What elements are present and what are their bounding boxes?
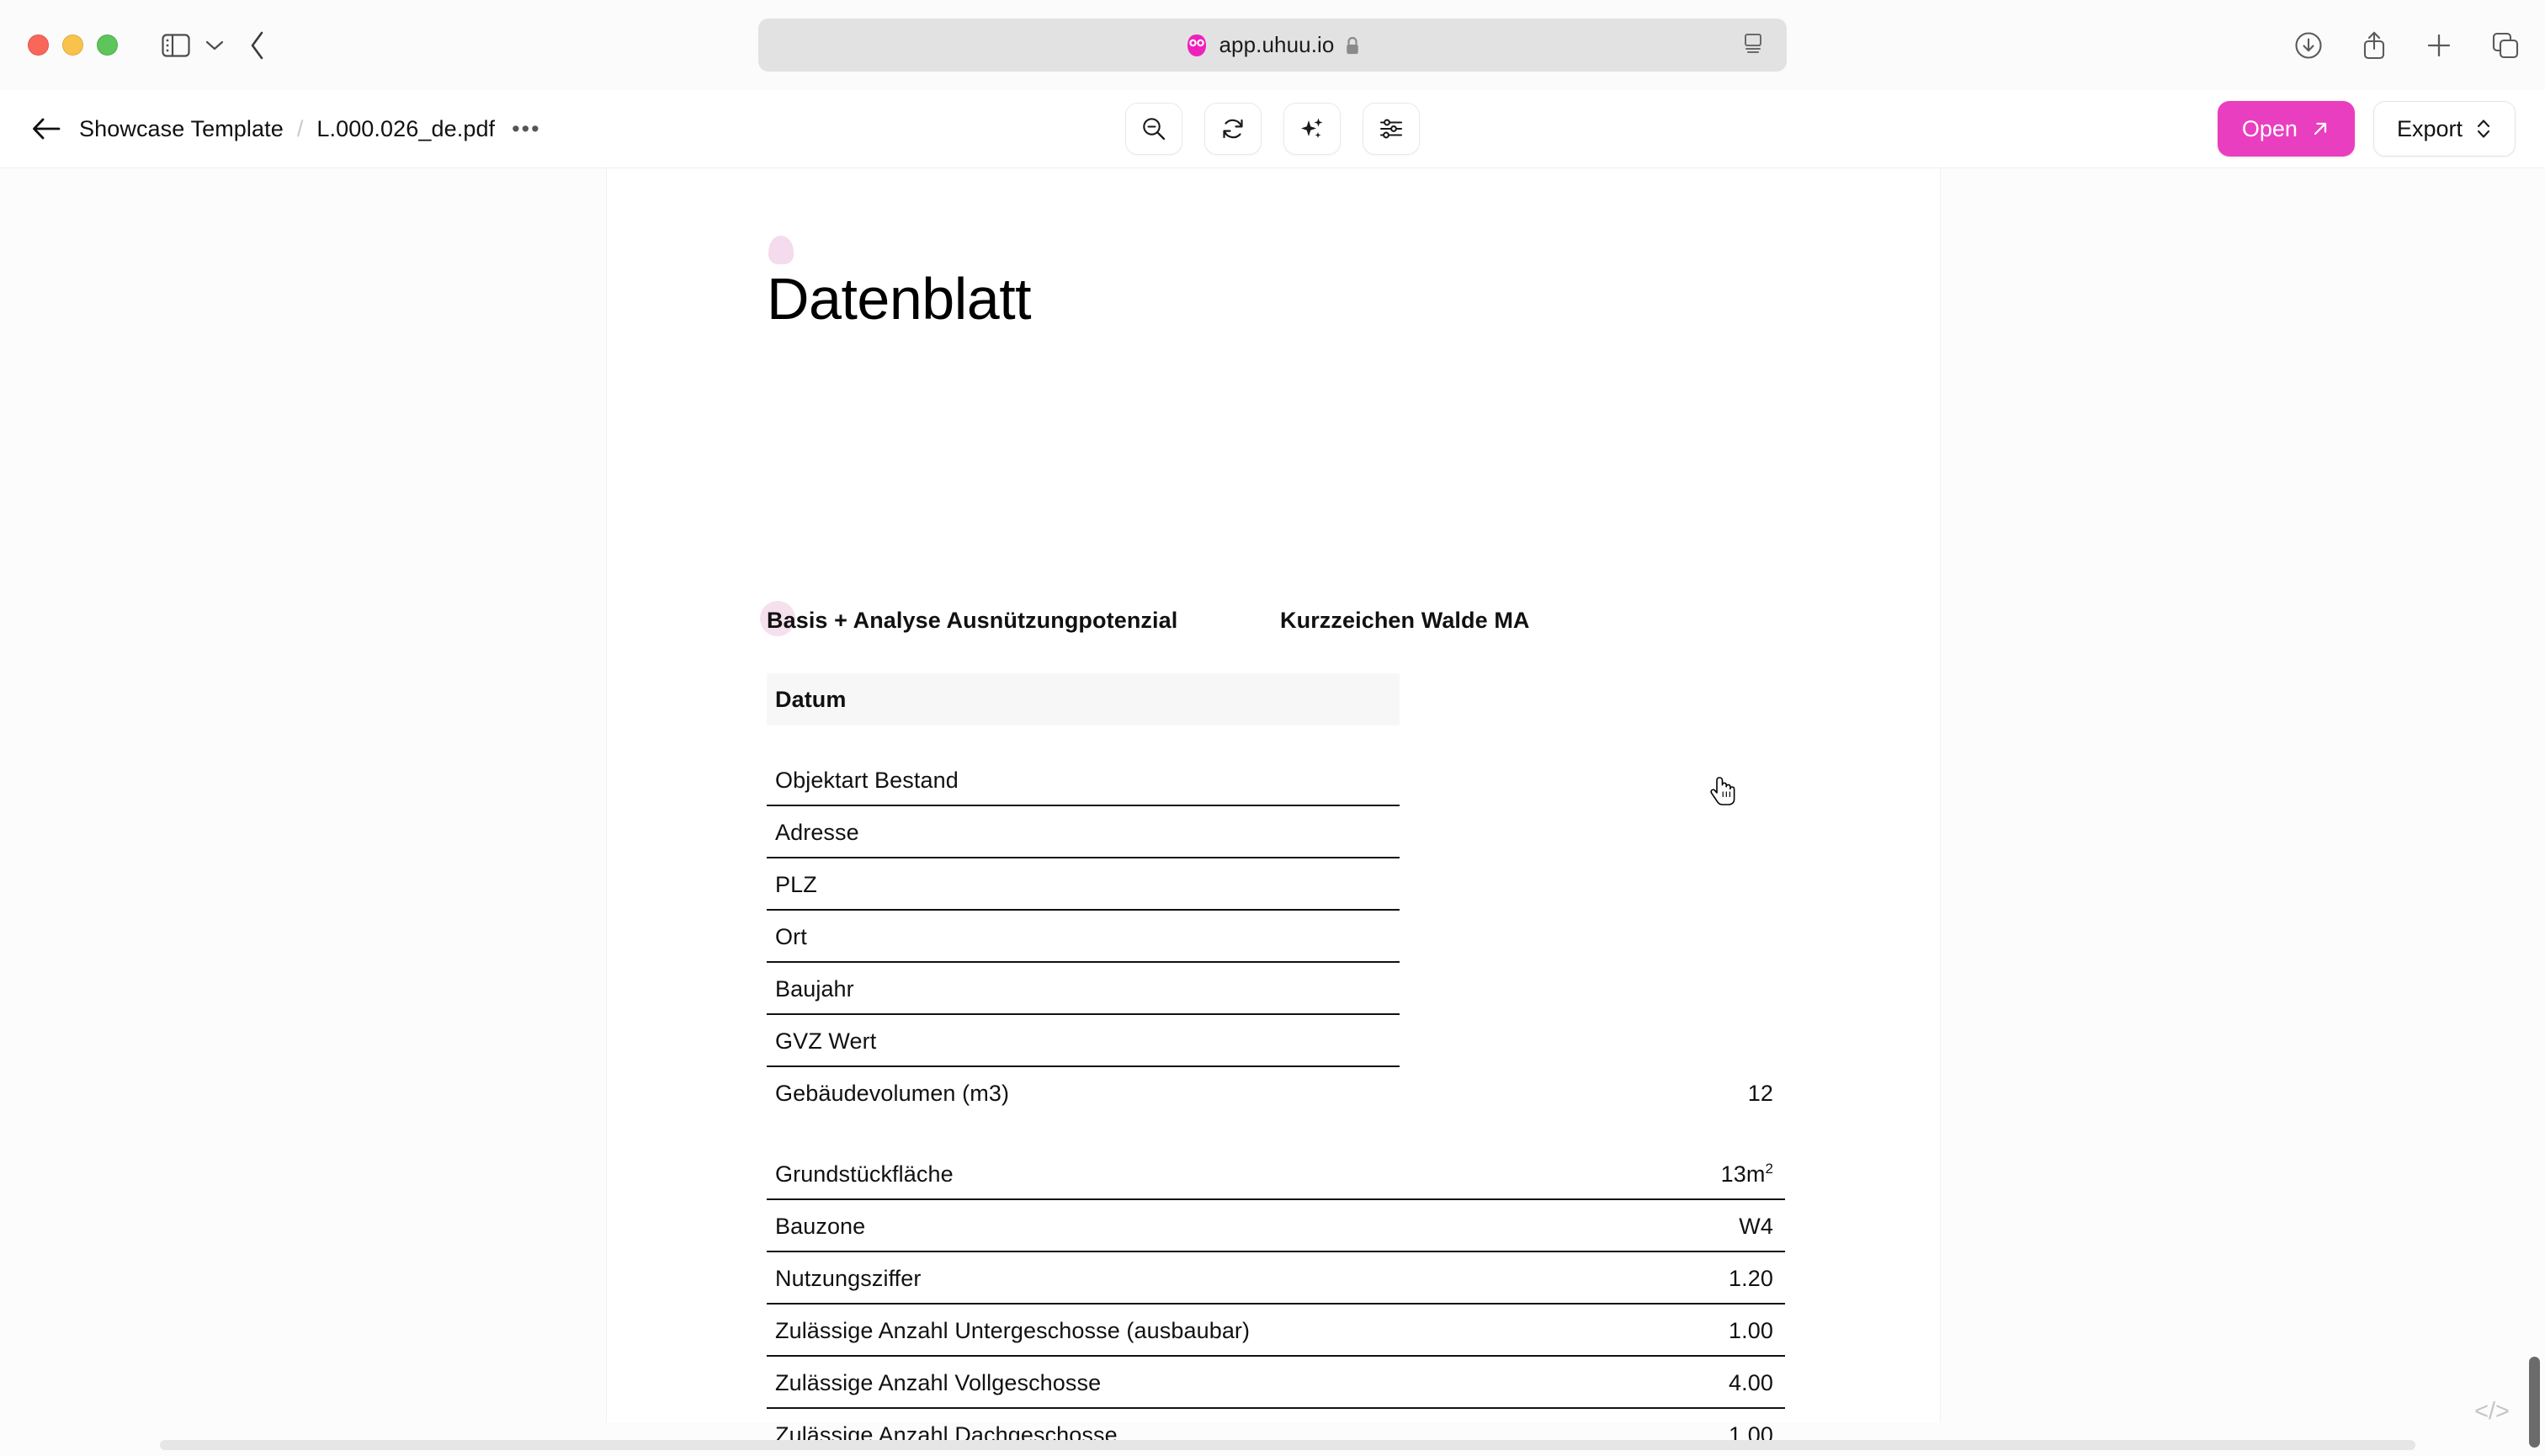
row-value: 13m2 xyxy=(1720,1161,1773,1187)
browser-titlebar: app.uhuu.io xyxy=(0,0,2545,90)
table-row[interactable]: Bauzone W4 xyxy=(767,1200,1785,1252)
refresh-button[interactable] xyxy=(1204,103,1262,155)
address-bar[interactable]: app.uhuu.io xyxy=(758,19,1787,72)
open-button[interactable]: Open xyxy=(2217,101,2355,157)
breadcrumb-separator: / xyxy=(296,115,304,141)
share-icon[interactable] xyxy=(2362,30,2387,61)
ai-magic-button[interactable] xyxy=(1283,103,1341,155)
viewer-toolbar xyxy=(1125,103,1420,155)
row-label: Adresse xyxy=(775,819,859,845)
table-row[interactable]: Datum xyxy=(767,673,1400,725)
row-label: Ort xyxy=(775,923,807,949)
app-header: Showcase Template / L.000.026_de.pdf ••• xyxy=(0,90,2545,168)
row-label: Gebäudevolumen (m3) xyxy=(775,1080,1010,1106)
row-label: GVZ Wert xyxy=(775,1028,877,1054)
table-row[interactable]: Objektart Bestand xyxy=(767,754,1785,806)
close-window-button[interactable] xyxy=(28,35,49,56)
sliders-icon xyxy=(1379,119,1403,139)
address-bar-url: app.uhuu.io xyxy=(1219,32,1335,57)
table-row[interactable]: GVZ Wert xyxy=(767,1015,1785,1067)
table-row[interactable]: Ort xyxy=(767,911,1785,963)
row-label: Zulässige Anzahl Vollgeschosse xyxy=(775,1369,1102,1395)
magnifier-minus-icon xyxy=(1143,118,1166,141)
datasheet-table: Datum Objektart Bestand Adresse PLZ Ort … xyxy=(767,673,1785,1456)
row-label: Bauzone xyxy=(775,1213,866,1239)
vertical-scrollbar[interactable] xyxy=(2529,1357,2540,1448)
breadcrumb: Showcase Template / L.000.026_de.pdf ••• xyxy=(32,116,541,142)
new-tab-icon[interactable] xyxy=(2425,32,2452,59)
row-value: 1.00 xyxy=(1729,1317,1773,1343)
breadcrumb-more-button[interactable]: ••• xyxy=(512,118,540,141)
row-label: Datum xyxy=(775,686,847,712)
address-bar-content: app.uhuu.io xyxy=(1185,32,1359,58)
app-back-button[interactable] xyxy=(32,117,61,141)
row-label: PLZ xyxy=(775,871,817,897)
code-view-toggle[interactable]: </> xyxy=(2474,1398,2510,1426)
downloads-icon[interactable] xyxy=(2294,31,2323,60)
table-spacer xyxy=(767,725,1785,754)
app-header-actions: Open Export xyxy=(2217,101,2516,157)
horizontal-scrollbar[interactable] xyxy=(160,1440,2415,1450)
table-row[interactable]: Nutzungsziffer 1.20 xyxy=(767,1252,1785,1305)
table-row[interactable]: Adresse xyxy=(767,806,1785,858)
browser-window: app.uhuu.io Showcase Template / L.000.02… xyxy=(0,0,2545,1456)
zoom-out-button[interactable] xyxy=(1125,103,1182,155)
browser-back-button[interactable] xyxy=(249,31,266,60)
row-value: W4 xyxy=(1739,1213,1773,1239)
brand-blob-icon xyxy=(768,236,794,264)
table-row[interactable]: PLZ xyxy=(767,858,1785,911)
window-controls xyxy=(28,35,118,56)
section-header-right: Kurzzeichen Walde MA xyxy=(1280,608,1530,633)
breadcrumb-file[interactable]: L.000.026_de.pdf xyxy=(316,116,495,142)
sparkles-icon xyxy=(1301,118,1323,138)
row-label: Nutzungsziffer xyxy=(775,1265,922,1291)
minimize-window-button[interactable] xyxy=(62,35,83,56)
maximize-window-button[interactable] xyxy=(97,35,118,56)
reader-view-icon[interactable] xyxy=(1742,32,1764,58)
pdf-viewer[interactable]: Datenblatt Basis + Analyse Ausnützungpot… xyxy=(0,168,2545,1456)
table-row[interactable]: Zulässige Anzahl Untergeschosse (ausbaub… xyxy=(767,1305,1785,1357)
row-label: Grundstückfläche xyxy=(775,1161,954,1187)
address-bar-container[interactable]: app.uhuu.io xyxy=(758,19,1787,72)
row-label: Baujahr xyxy=(775,975,854,1002)
row-value: 12 xyxy=(1747,1080,1773,1106)
export-button[interactable]: Export xyxy=(2372,101,2516,157)
refresh-icon xyxy=(1223,119,1243,139)
section-header-left: Basis + Analyse Ausnützungpotenzial xyxy=(760,601,1177,636)
row-label: Zulässige Anzahl Untergeschosse (ausbaub… xyxy=(775,1317,1251,1343)
table-row[interactable]: Zulässige Anzahl Vollgeschosse 4.00 xyxy=(767,1357,1785,1409)
breadcrumb-root[interactable]: Showcase Template xyxy=(79,116,284,142)
sidebar-toggle-icon[interactable] xyxy=(162,33,190,57)
section-header: Basis + Analyse Ausnützungpotenzial Kurz… xyxy=(760,601,1785,636)
table-row[interactable]: Grundstückfläche 13m2 xyxy=(767,1148,1785,1200)
table-spacer xyxy=(767,1119,1785,1148)
browser-toolbar-right xyxy=(2294,30,2520,61)
owl-icon xyxy=(1187,34,1207,56)
open-button-label: Open xyxy=(2241,115,2298,141)
table-row[interactable]: Baujahr xyxy=(767,963,1785,1015)
export-button-label: Export xyxy=(2396,115,2463,141)
settings-button[interactable] xyxy=(1363,103,1420,155)
tab-overview-icon[interactable] xyxy=(2491,31,2520,60)
lock-icon xyxy=(1346,36,1358,54)
arrow-up-right-icon xyxy=(2314,122,2327,136)
table-row[interactable]: Gebäudevolumen (m3) 12 xyxy=(767,1067,1785,1119)
chevron-down-icon[interactable] xyxy=(205,40,224,51)
chevron-up-down-icon xyxy=(2477,120,2490,138)
row-value: 1.20 xyxy=(1729,1265,1773,1291)
row-value: 4.00 xyxy=(1729,1369,1773,1395)
document-title: Datenblatt xyxy=(767,266,1032,332)
pdf-page: Datenblatt Basis + Analyse Ausnützungpot… xyxy=(606,168,1941,1448)
row-label: Objektart Bestand xyxy=(775,767,959,793)
